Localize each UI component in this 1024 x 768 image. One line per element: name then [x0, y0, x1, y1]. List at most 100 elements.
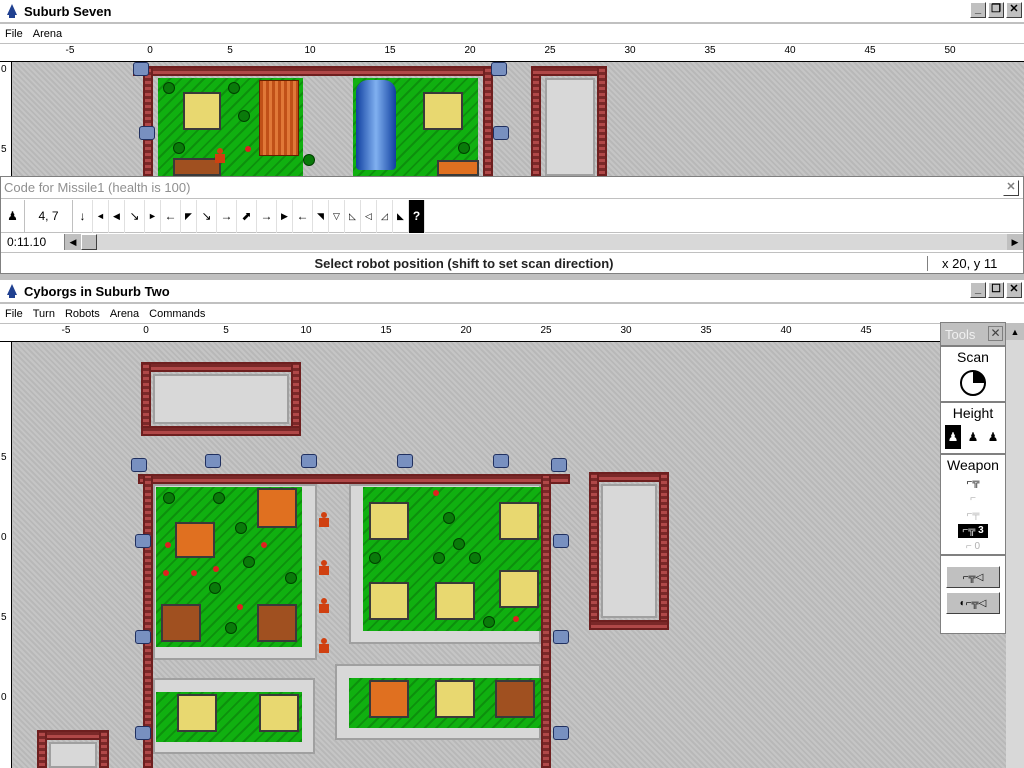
scroll-up-icon[interactable]: ▲	[1006, 324, 1024, 340]
sentry-bot[interactable]	[139, 126, 155, 140]
house	[369, 680, 409, 718]
cmd-scan-icon[interactable]: ▽	[329, 199, 345, 233]
ruler-label: 25	[540, 325, 552, 336]
cmd-move-right-icon[interactable]: →	[217, 199, 237, 233]
sentry-bot[interactable]	[553, 630, 569, 644]
weapon-rifle-icon[interactable]: ⌐╦	[967, 476, 980, 490]
sentry-bot[interactable]	[135, 726, 151, 740]
close-button[interactable]: ✕	[988, 326, 1003, 341]
cyborg-robot[interactable]	[317, 560, 331, 576]
menu-file[interactable]: File	[0, 308, 28, 320]
height-section: Height ♟ ♟ ♟	[941, 401, 1005, 449]
status-bar: Select robot position (shift to set scan…	[1, 252, 1023, 273]
sentry-bot[interactable]	[133, 62, 149, 76]
sentry-bot[interactable]	[205, 454, 221, 468]
menu-file[interactable]: File	[0, 28, 28, 40]
menu-robots[interactable]: Robots	[60, 308, 105, 320]
weapon-pistol-icon[interactable]: ⌐	[970, 492, 976, 506]
cmd-corner-icon[interactable]: ◣	[393, 199, 409, 233]
sentry-bot[interactable]	[493, 454, 509, 468]
ruler-label: 20	[464, 45, 476, 56]
sentry-bot[interactable]	[135, 534, 151, 548]
tools-title: Tools	[945, 326, 976, 342]
ruler-label: 15	[380, 325, 392, 336]
maximize-button[interactable]: ☐	[988, 282, 1004, 298]
minimize-button[interactable]: _	[970, 2, 986, 18]
robot-position-icon[interactable]: ♟	[1, 199, 25, 233]
scan-direction-icon[interactable]	[960, 370, 986, 396]
menu-arena[interactable]: Arena	[28, 28, 67, 40]
tree	[213, 492, 225, 504]
menu-commands[interactable]: Commands	[144, 308, 210, 320]
weapon-gun-icon[interactable]: ⌐ 0	[966, 540, 980, 554]
sentry-bot[interactable]	[551, 458, 567, 472]
title-bar[interactable]: Suburb Seven _ ❐ ✕	[0, 0, 1024, 22]
vertical-scrollbar[interactable]: ▲	[1006, 324, 1024, 768]
ruler-label: 5	[1, 452, 7, 463]
arena-view[interactable]	[13, 62, 1024, 176]
cmd-turn-right-icon[interactable]: ►	[145, 199, 161, 233]
cyborg-robot[interactable]	[317, 638, 331, 654]
ruler-label: 15	[384, 45, 396, 56]
sentry-bot[interactable]	[491, 62, 507, 76]
vertical-ruler: 0 5	[0, 62, 12, 176]
cyborg-robot[interactable]	[317, 598, 331, 614]
sentry-bot[interactable]	[553, 534, 569, 548]
flower	[245, 146, 251, 152]
tree	[163, 492, 175, 504]
cmd-face-right-icon[interactable]: ▶	[277, 199, 293, 233]
cmd-face-left-icon[interactable]: ◀	[109, 199, 125, 233]
sentry-bot[interactable]	[131, 458, 147, 472]
help-button[interactable]: ?	[409, 199, 425, 233]
close-button[interactable]: ✕	[1003, 180, 1019, 196]
restore-button[interactable]: ❐	[988, 2, 1004, 18]
tree	[173, 142, 185, 154]
weapon-smg-icon[interactable]: ⌐╤	[967, 508, 980, 522]
sentry-bot[interactable]	[301, 454, 317, 468]
cyborg-robot[interactable]	[317, 512, 331, 528]
height-medium-icon[interactable]: ♟	[965, 425, 981, 449]
height-short-icon[interactable]: ♟	[985, 425, 1001, 449]
code-panel-title-bar[interactable]: Code for Missile1 (health is 100) ✕	[1, 177, 1023, 199]
close-button[interactable]: ✕	[1006, 2, 1022, 18]
cmd-move-diag-icon[interactable]: ↘	[197, 199, 217, 233]
cmd-corner-icon[interactable]: ◺	[345, 199, 361, 233]
minimize-button[interactable]: _	[970, 282, 986, 298]
horizontal-ruler: -5 0 5 10 15 20 25 30 35 40 45	[0, 324, 1006, 342]
cmd-face-left-icon[interactable]: ◁	[361, 199, 377, 233]
plaza	[545, 78, 595, 176]
timeline-scrollbar[interactable]: ◀ ▶	[65, 234, 1023, 250]
weapon-launcher-icon[interactable]: ⌐╦ 3	[958, 524, 988, 538]
cmd-move-right-icon[interactable]: →	[257, 199, 277, 233]
scroll-left-icon[interactable]: ◀	[65, 234, 81, 250]
fire-weapon-button[interactable]: ⌐╦◁	[946, 566, 1000, 588]
arena-view[interactable]	[13, 342, 1006, 768]
fire-scan-weapon-button[interactable]: ◐⌐╦◁	[946, 592, 1000, 614]
app-icon	[4, 3, 20, 19]
cmd-move-left-icon[interactable]: ←	[293, 199, 313, 233]
flower	[213, 566, 219, 572]
menu-turn[interactable]: Turn	[28, 308, 60, 320]
cmd-move-diag-icon[interactable]: ↘	[125, 199, 145, 233]
sentry-bot[interactable]	[493, 126, 509, 140]
cmd-corner-icon[interactable]: ◿	[377, 199, 393, 233]
cmd-move-up-right-icon[interactable]: ⬈	[237, 199, 257, 233]
cmd-turn-left-icon[interactable]: ◄	[93, 199, 109, 233]
sentry-bot[interactable]	[135, 630, 151, 644]
cmd-move-down-icon[interactable]: ↓	[73, 199, 93, 233]
robot[interactable]	[213, 148, 227, 164]
sentry-bot[interactable]	[397, 454, 413, 468]
window-title: Suburb Seven	[24, 3, 112, 19]
scroll-thumb[interactable]	[81, 234, 97, 250]
flower	[163, 570, 169, 576]
menu-arena[interactable]: Arena	[105, 308, 144, 320]
height-tall-icon[interactable]: ♟	[945, 425, 961, 449]
close-button[interactable]: ✕	[1006, 282, 1022, 298]
cmd-corner-icon[interactable]: ◥	[313, 199, 329, 233]
cmd-move-left-icon[interactable]: ←	[161, 199, 181, 233]
sentry-bot[interactable]	[553, 726, 569, 740]
title-bar[interactable]: Cyborgs in Suburb Two _ ☐ ✕	[0, 280, 1024, 302]
scroll-right-icon[interactable]: ▶	[1007, 234, 1023, 250]
cmd-corner-icon[interactable]: ◤	[181, 199, 197, 233]
ruler-label: 0	[1, 692, 7, 703]
